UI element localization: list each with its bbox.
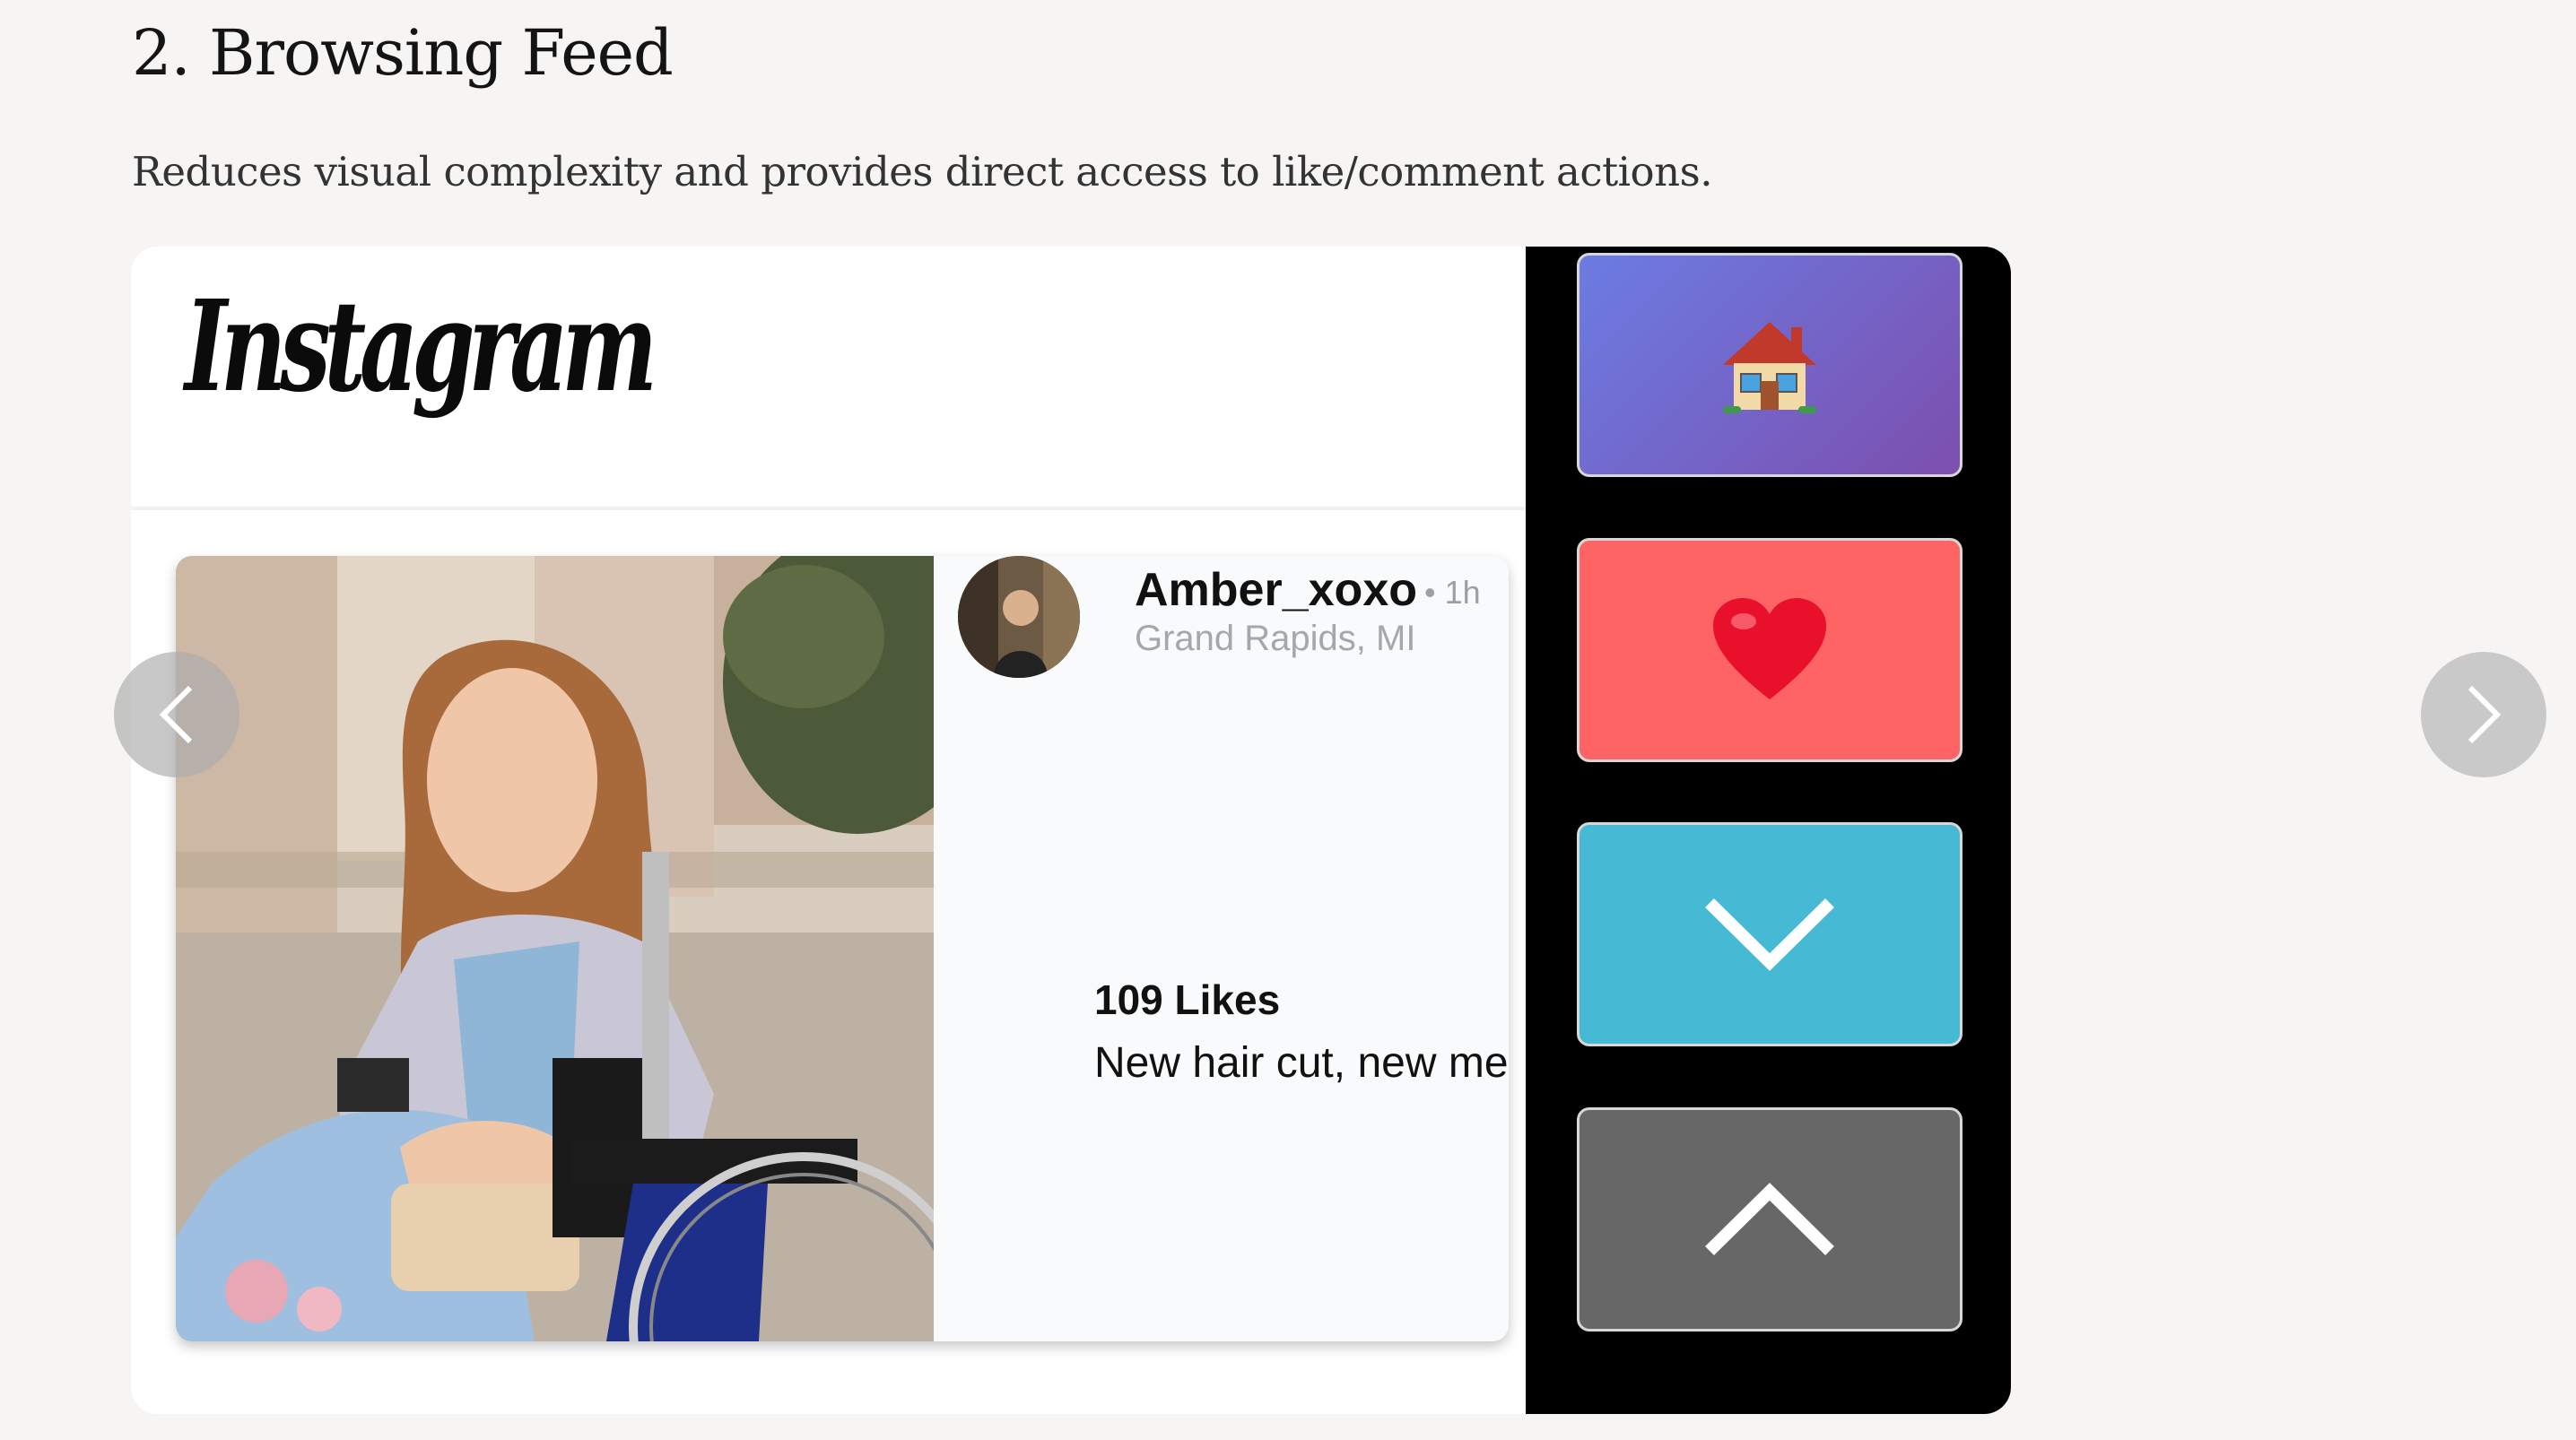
- section-title: 2. Browsing Feed: [132, 16, 674, 90]
- scroll-up-button[interactable]: [1577, 1107, 1962, 1332]
- post-photo[interactable]: [176, 556, 934, 1341]
- scroll-down-button[interactable]: [1577, 822, 1962, 1046]
- section-description: Reduces visual complexity and provides d…: [132, 148, 1713, 195]
- likes-count[interactable]: 109 Likes: [1094, 976, 1280, 1024]
- post-caption: New hair cut, new me!: [1094, 1039, 1509, 1087]
- demo-frame: Instagram Amber_xoxo • 1h Grand Rapids, …: [131, 247, 2011, 1414]
- carousel-next-button[interactable]: [2421, 652, 2546, 777]
- control-panel: [1526, 247, 2011, 1414]
- avatar[interactable]: [958, 556, 1080, 678]
- chevron-left-icon: [159, 685, 193, 744]
- post-location[interactable]: Grand Rapids, MI: [1135, 619, 1415, 659]
- post-timestamp: • 1h: [1424, 574, 1481, 611]
- chevron-right-icon: [2467, 685, 2502, 744]
- home-button[interactable]: [1577, 253, 1962, 477]
- carousel-prev-button[interactable]: [114, 652, 239, 777]
- chevron-down-icon: [1705, 898, 1834, 971]
- like-button[interactable]: [1577, 538, 1962, 762]
- instagram-app: Instagram Amber_xoxo • 1h Grand Rapids, …: [131, 247, 1526, 1414]
- app-header: Instagram: [131, 247, 1526, 510]
- feed-post[interactable]: Amber_xoxo • 1h Grand Rapids, MI 109 Lik…: [176, 556, 1509, 1341]
- heart-icon: [1713, 598, 1826, 699]
- house-icon: [1723, 322, 1816, 413]
- post-username[interactable]: Amber_xoxo: [1135, 563, 1417, 617]
- chevron-up-icon: [1705, 1183, 1834, 1255]
- instagram-logo: Instagram: [185, 273, 657, 421]
